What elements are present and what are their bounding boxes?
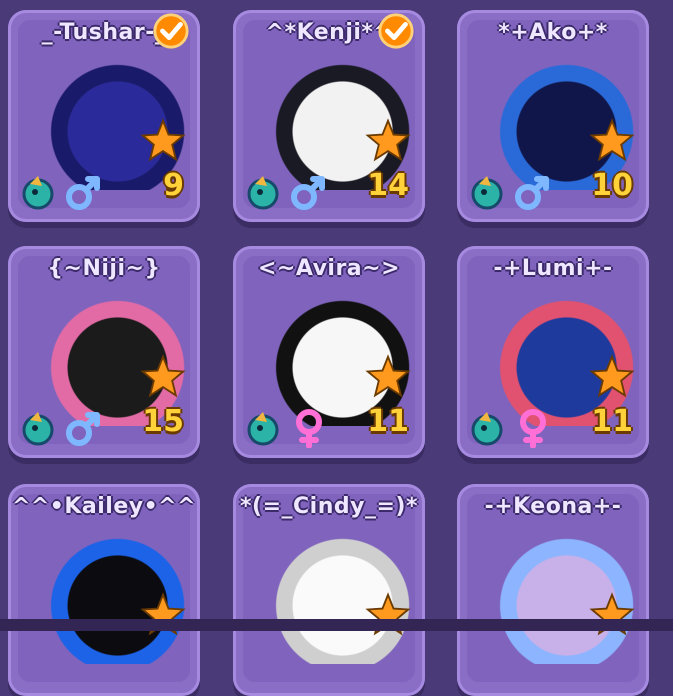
star-icon [365, 592, 411, 638]
companion-badge-icon [471, 412, 503, 446]
pet-grid: _-Tushar-_ 9 ^*Kenji*^ 14 *+Ako+* 10 {~Niji~} 1… [0, 0, 673, 696]
companion-badge-icon [467, 408, 507, 448]
pet-age: 15 [142, 404, 184, 439]
male-icon [513, 172, 553, 212]
male-icon [291, 176, 325, 210]
pet-name: *+Ako+* [498, 20, 608, 45]
star-icon [365, 118, 411, 164]
male-icon [515, 176, 549, 210]
companion-badge-icon [471, 176, 503, 210]
star-icon [140, 118, 186, 162]
scroll-edge [0, 619, 673, 631]
pet-card[interactable]: *+Ako+* 10 [457, 10, 649, 222]
male-icon [66, 176, 100, 210]
pet-card[interactable]: {~Niji~} 15 [8, 246, 200, 458]
male-icon [66, 412, 100, 446]
female-icon [520, 409, 546, 449]
pet-name: -+Keona+- [484, 494, 622, 519]
star-icon [140, 118, 186, 164]
star-icon [589, 354, 635, 400]
female-icon [289, 408, 329, 449]
pet-age: 11 [367, 404, 409, 439]
pet-card[interactable]: ^^•Kailey•^^ [8, 484, 200, 696]
pet-age: 11 [591, 404, 633, 439]
companion-badge-icon [467, 172, 507, 212]
check-badge-icon [378, 13, 414, 49]
star-icon [140, 592, 186, 636]
pet-card[interactable]: -+Keona+- [457, 484, 649, 696]
companion-badge-icon [243, 172, 283, 212]
companion-badge-icon [247, 176, 279, 210]
companion-badge-icon [18, 172, 58, 212]
star-icon [365, 354, 411, 398]
check-badge-icon [152, 12, 190, 50]
star-icon [589, 592, 635, 638]
female-icon [513, 408, 553, 449]
pet-card[interactable]: *(=_Cindy_=)* [233, 484, 425, 696]
check-badge-icon [377, 12, 415, 50]
star-icon [365, 592, 411, 636]
companion-badge-icon [247, 412, 279, 446]
pet-age: 14 [367, 168, 409, 203]
star-icon [365, 118, 411, 162]
check-badge-icon [153, 13, 189, 49]
companion-badge-icon [22, 412, 54, 446]
pet-card[interactable]: -+Lumi+- 11 [457, 246, 649, 458]
star-icon [589, 118, 635, 164]
star-icon [140, 354, 186, 398]
pet-card[interactable]: ^*Kenji*^ 14 [233, 10, 425, 222]
star-icon [589, 354, 635, 398]
male-icon [64, 408, 104, 448]
pet-age: 10 [591, 168, 633, 203]
companion-badge-icon [243, 408, 283, 448]
female-icon [296, 409, 322, 449]
pet-card[interactable]: _-Tushar-_ 9 [8, 10, 200, 222]
pet-name: <~Avira~> [257, 256, 401, 281]
male-icon [289, 172, 329, 212]
companion-badge-icon [18, 408, 58, 448]
star-icon [589, 118, 635, 162]
star-icon [140, 354, 186, 400]
star-icon [140, 592, 186, 638]
pet-name: -+Lumi+- [493, 256, 613, 281]
pet-name: *(=_Cindy_=)* [240, 494, 418, 519]
pet-age: 9 [163, 168, 184, 203]
star-icon [365, 354, 411, 400]
pet-name: {~Niji~} [47, 256, 161, 281]
pet-card[interactable]: <~Avira~> 11 [233, 246, 425, 458]
pet-name: ^^•Kailey•^^ [11, 494, 197, 519]
companion-badge-icon [22, 176, 54, 210]
star-icon [589, 592, 635, 636]
male-icon [64, 172, 104, 212]
